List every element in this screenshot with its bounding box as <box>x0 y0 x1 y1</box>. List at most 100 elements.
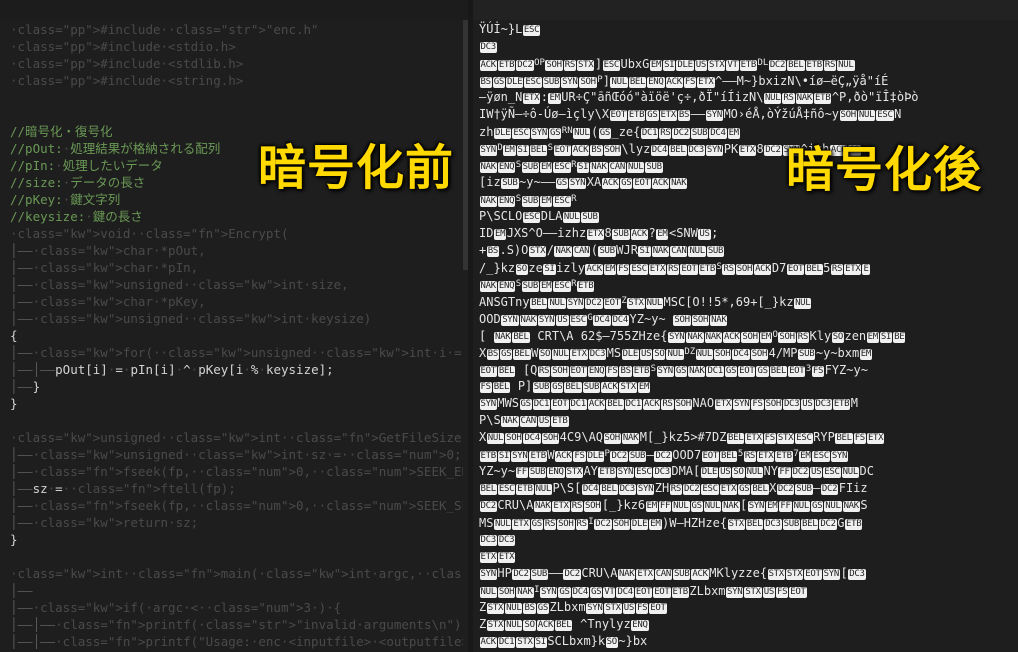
control-char-glyph: ENQ <box>587 366 606 377</box>
control-char-glyph: DC2 <box>820 484 839 495</box>
control-char-glyph: ETX <box>586 229 605 240</box>
binary-line: + BS .S)O STX / NAK CAN(SUB WJR SI NAK CAN NUL SUB <box>479 243 725 257</box>
control-char-glyph: EM <box>766 501 779 512</box>
control-char-glyph: SOH <box>674 399 692 410</box>
control-char-glyph: NUL <box>764 93 782 104</box>
binary-line: IW†ÿÑ–÷ô-Úø—ìçly\X EOT ETB GS ETX BS —— SYN MO›é… <box>479 107 902 121</box>
control-char-glyph: SYN <box>822 569 840 580</box>
control-char-glyph: SO <box>523 620 536 631</box>
code-line: │——·class="kw">char·*pOut, <box>10 243 206 258</box>
control-char-glyph: FS <box>811 366 825 377</box>
left-scrollbar-thumb[interactable] <box>463 20 468 270</box>
control-char-glyph: DC3 <box>618 484 636 495</box>
control-char-glyph: ETX <box>479 552 497 563</box>
control-char-glyph: DC3 <box>653 467 671 478</box>
control-char-glyph: NAK <box>710 315 728 326</box>
control-char-glyph: BEL <box>726 433 745 444</box>
control-char-glyph: DC3 <box>687 145 705 156</box>
control-char-glyph: GS <box>549 128 562 139</box>
control-char-glyph: SO <box>732 467 745 478</box>
control-char-glyph: ENQ <box>497 281 516 292</box>
control-char-glyph: NUL <box>645 298 664 309</box>
control-char-glyph: RS <box>743 451 757 462</box>
control-char-glyph: ETB <box>479 451 497 462</box>
control-char-glyph: EOT <box>738 366 756 377</box>
control-char-glyph: DLE <box>506 77 524 88</box>
control-char-glyph: SI <box>543 264 556 275</box>
code-line: │——│——·class="fn">printf("Usage:·enc·<in… <box>10 634 468 649</box>
control-char-glyph: ESC <box>701 484 719 495</box>
tab-guide: │—— <box>10 447 33 462</box>
control-char-glyph: EM <box>540 162 553 173</box>
binary-line: ID EM JXS^O——izhz ETX 8 SUB ACK? EM <SNW US; <box>479 226 719 240</box>
control-char-glyph: BEL <box>479 484 497 495</box>
control-char-glyph: BEL <box>606 399 624 410</box>
control-char-glyph: FF <box>778 467 791 478</box>
control-char-glyph: NUL <box>505 620 523 631</box>
control-char-glyph: ACK <box>601 382 619 393</box>
control-char-glyph: STX <box>577 60 595 71</box>
control-char-glyph: DLE <box>630 519 649 530</box>
control-char-glyph: ESC <box>569 315 587 326</box>
binary-line: EOT BEL [Q RS SOH EOT ENQ FS BS ETB S SYN GS NAK DC1 G… <box>479 363 868 377</box>
control-char-glyph: EM <box>603 264 617 275</box>
control-char-glyph: GS <box>536 603 549 614</box>
control-char-glyph: STX <box>619 382 637 393</box>
control-char-glyph: STX <box>744 587 762 598</box>
control-char-glyph: ETX <box>636 569 654 580</box>
binary-line: NAK ENQ S SUB EM ESC R ETB <box>479 279 595 292</box>
control-char-glyph: FS <box>606 366 619 377</box>
control-char-glyph: SUB <box>530 569 549 580</box>
binary-line: —ÿøn_N ETX: EM UR÷Ç"āñŒóó"àïöë'ç÷,ðÏ"íÍizN\… <box>479 90 919 104</box>
control-char-glyph: BEL <box>751 484 769 495</box>
control-char-glyph: DC2 <box>516 60 534 71</box>
code-line: } <box>10 396 18 411</box>
control-char-glyph: SI <box>663 60 676 71</box>
control-char-glyph: BEL <box>555 620 573 631</box>
encrypted-binary-text[interactable]: ŸÚİ~}L ESC DC3 ACK ETB DC2 OP SOH RS STX] ESC UbxG E… <box>473 20 1018 650</box>
code-line: │——·class="kw">unsigned··class="kw">int·… <box>10 277 349 292</box>
control-char-glyph: BEL <box>835 433 853 444</box>
control-char-glyph: SYN <box>568 178 587 189</box>
control-char-glyph: SYN <box>616 467 635 478</box>
control-char-glyph: DC4 <box>732 349 750 360</box>
code-line: │——│——pOut[i]·=·pIn[i]·^·pKey[i·%·keysiz… <box>10 362 334 377</box>
control-char-glyph: GS <box>810 501 824 512</box>
code-line: │——·class="kw">char·*pKey, <box>10 294 206 309</box>
control-char-glyph: STX <box>727 519 745 530</box>
control-char-glyph: ESC <box>524 77 542 88</box>
control-char-glyph: ETB <box>529 451 547 462</box>
left-scrollbar[interactable] <box>463 20 468 652</box>
code-line: │——│——·class="fn">printf(·class="str">"i… <box>10 617 468 632</box>
code-line: //暗号化・復号化 <box>10 124 113 139</box>
control-char-glyph: EM <box>799 451 812 462</box>
control-char-glyph: SYN <box>830 451 849 462</box>
control-char-glyph: SOH <box>497 587 516 598</box>
control-char-glyph: VT <box>726 60 739 71</box>
control-char-glyph: ACK <box>585 264 603 275</box>
tab-guide: │—— <box>10 362 33 377</box>
control-char-glyph: BEL <box>600 484 618 495</box>
binary-line: [ NAK BEL CRT\A 62$–755ZHze{SYN NAK NAK ACK S… <box>479 329 906 343</box>
control-char-glyph: DC2 <box>768 60 787 71</box>
control-char-glyph: NUL <box>493 519 512 530</box>
control-char-glyph: RS <box>823 60 837 71</box>
source-code-text[interactable]: ·class="pp">#include··class="str">"enc.h… <box>0 20 468 650</box>
encrypted-binary-panel: ŸÚİ~}L ESC DC3 ACK ETB DC2 OP SOH RS STX] ESC UbxG E… <box>473 0 1018 652</box>
control-char-glyph: FS <box>763 433 776 444</box>
tab-guide: │—— <box>32 362 56 377</box>
control-char-glyph: GS <box>499 349 513 360</box>
control-char-glyph: ETX <box>738 145 757 156</box>
control-char-glyph: ETB <box>844 519 863 530</box>
control-char-glyph: ESC <box>553 281 571 292</box>
control-char-glyph: US <box>622 603 636 614</box>
control-char-glyph: DC2 <box>563 569 581 580</box>
control-char-glyph: ACK <box>536 620 555 631</box>
control-char-glyph: ETB <box>577 281 595 292</box>
control-char-glyph: ENQ <box>497 162 516 173</box>
control-char-glyph: ENQ <box>631 620 649 631</box>
control-char-glyph: ETB <box>739 60 757 71</box>
control-char-glyph: US <box>719 467 732 478</box>
control-char-glyph: DC4 <box>650 145 669 156</box>
control-char-glyph: DLE <box>621 349 639 360</box>
